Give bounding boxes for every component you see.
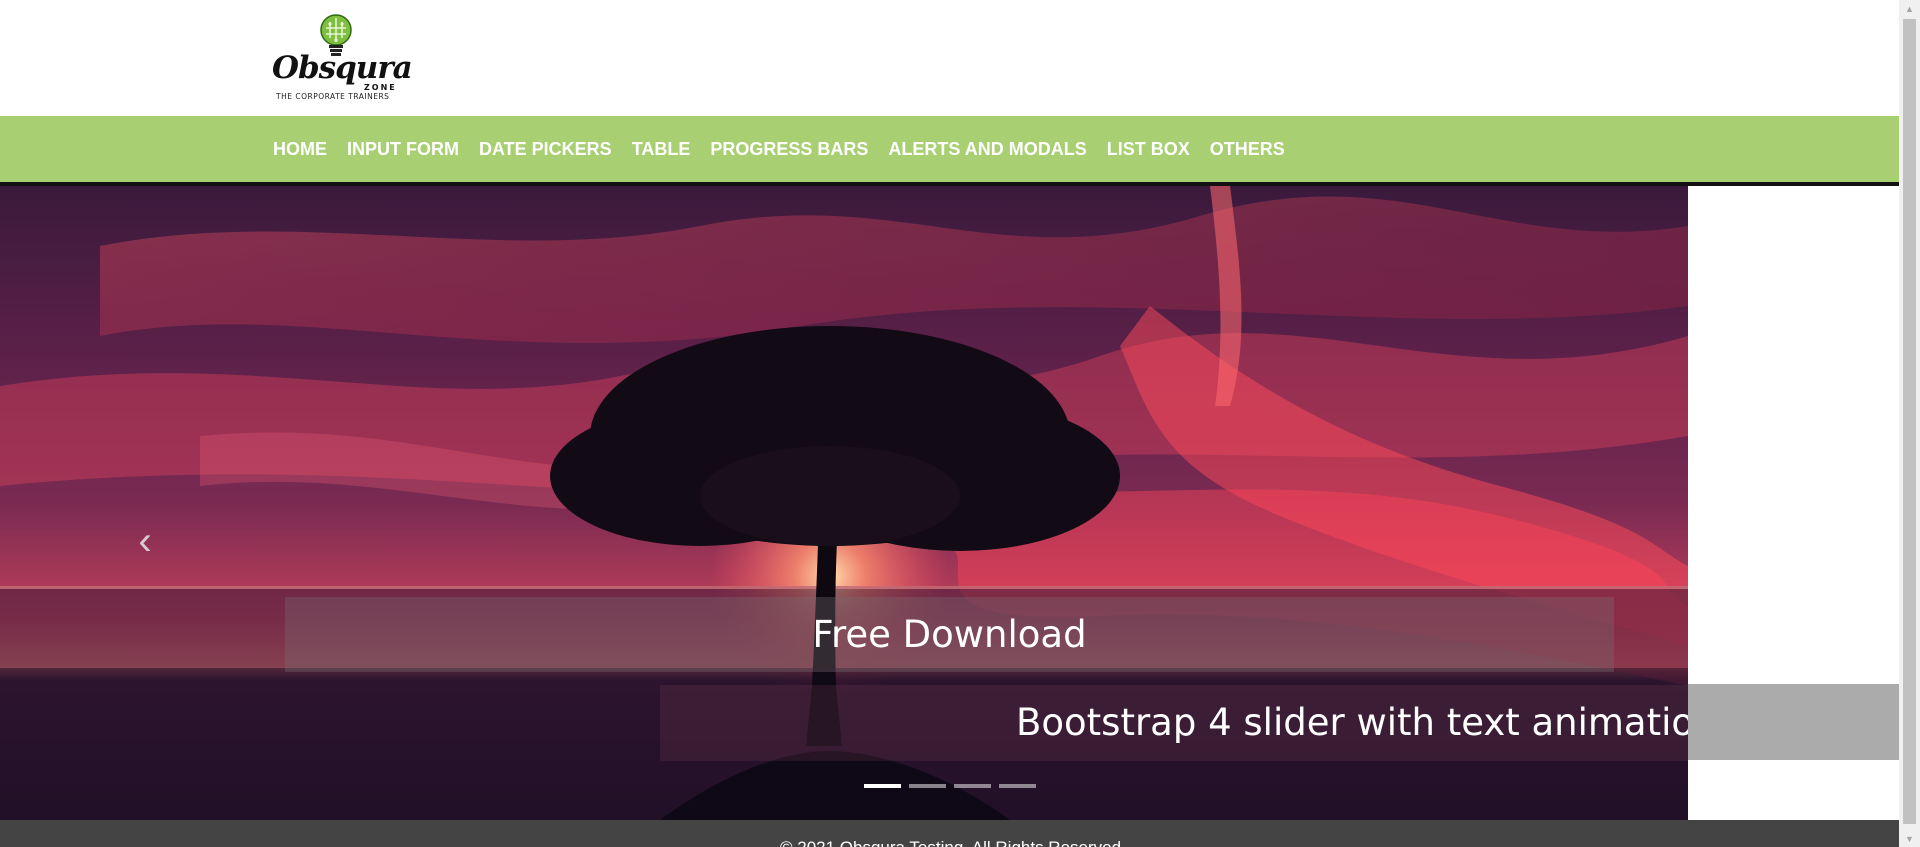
- brand-zone: ZONE: [364, 83, 397, 92]
- brand-logo[interactable]: Obsqura ZONE THE CORPORATE TRAINERS: [272, 12, 413, 104]
- chevron-left-icon: ‹: [138, 518, 152, 563]
- scroll-up-arrow-icon[interactable]: ▲: [1899, 0, 1920, 17]
- nav-item-home[interactable]: HOME: [263, 116, 337, 182]
- caption-subtitle: Bootstrap 4 slider with text animation: [1016, 701, 1688, 744]
- nav-item-progress-bars[interactable]: PROGRESS BARS: [700, 116, 878, 182]
- carousel-indicator-3[interactable]: [954, 784, 991, 788]
- nav-item-date-pickers[interactable]: DATE PICKERS: [469, 116, 622, 182]
- nav-item-list-box[interactable]: LIST BOX: [1097, 116, 1200, 182]
- nav-item-table[interactable]: TABLE: [622, 116, 701, 182]
- nav-item-alerts-and-modals[interactable]: ALERTS AND MODALS: [878, 116, 1096, 182]
- site-header: Obsqura ZONE THE CORPORATE TRAINERS: [0, 0, 1899, 116]
- nav-item-others[interactable]: OTHERS: [1200, 116, 1295, 182]
- brand-tagline: THE CORPORATE TRAINERS: [276, 92, 390, 101]
- carousel-prev-button[interactable]: ‹: [120, 486, 170, 596]
- page-scrollbar[interactable]: ▲ ▼: [1899, 0, 1920, 847]
- carousel-indicator-4[interactable]: [999, 784, 1036, 788]
- nav-item-input-form[interactable]: INPUT FORM: [337, 116, 469, 182]
- caption-overflow-strip: [1688, 684, 1899, 760]
- brand-name: Obsqura: [272, 50, 413, 86]
- main-navbar: HOME INPUT FORM DATE PICKERS TABLE PROGR…: [0, 116, 1899, 186]
- carousel-indicator-2[interactable]: [909, 784, 946, 788]
- nav-menu: HOME INPUT FORM DATE PICKERS TABLE PROGR…: [263, 116, 1295, 182]
- caption-title: Free Download: [285, 597, 1614, 672]
- footer-copyright: © 2021 Obsqura Testing. All Rights Reser…: [780, 838, 1126, 847]
- scroll-down-arrow-icon[interactable]: ▼: [1899, 830, 1920, 847]
- carousel-indicators: [864, 784, 1036, 788]
- site-footer: © 2021 Obsqura Testing. All Rights Reser…: [0, 820, 1899, 847]
- carousel-indicator-1[interactable]: [864, 784, 901, 788]
- scrollbar-thumb[interactable]: [1903, 19, 1916, 824]
- hero-carousel: ‹ Free Download Bootstrap 4 slider with …: [0, 186, 1688, 820]
- page: Obsqura ZONE THE CORPORATE TRAINERS HOME…: [0, 0, 1899, 847]
